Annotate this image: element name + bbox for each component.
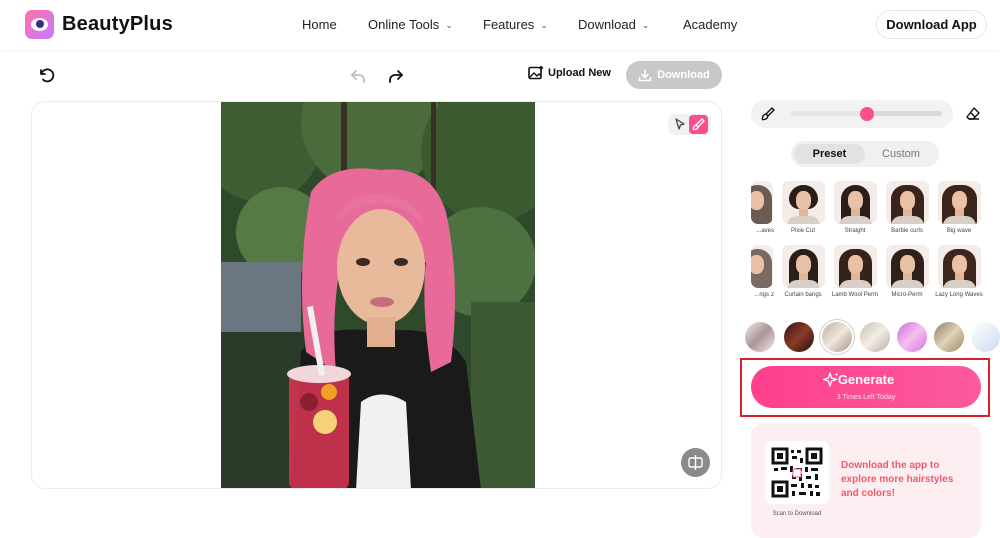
nav-features[interactable]: Features ⌄ — [483, 17, 548, 32]
hair-color-swatch[interactable] — [897, 322, 927, 352]
upload-new-label: Upload New — [548, 67, 611, 79]
brush-icon — [761, 107, 775, 121]
hair-color-swatch[interactable] — [745, 322, 775, 352]
brand-name[interactable]: BeautyPlus — [62, 13, 173, 36]
brush-size-slider-fill — [791, 111, 867, 116]
generate-remaining-count: 3 Times Left Today — [836, 394, 896, 401]
arrow-back-icon[interactable] — [349, 67, 367, 85]
qr-code — [765, 441, 829, 504]
hairstyle-label: Micro-Perm — [891, 292, 923, 298]
compare-button[interactable] — [681, 448, 710, 477]
hairstyle-card[interactable] — [886, 245, 929, 288]
tab-custom[interactable]: Custom — [866, 144, 936, 164]
hairstyle-card[interactable] — [938, 245, 981, 288]
rotate-left-icon[interactable] — [37, 66, 55, 84]
hairstyle-label: Straight — [844, 228, 866, 234]
top-navigation-bar: BeautyPlus Home Online Tools ⌄ Features ⌄ … — [0, 0, 1000, 50]
tab-preset[interactable]: Preset — [794, 144, 865, 164]
hairstyle-label: ...ngs 2 — [754, 292, 774, 298]
hair-color-swatch[interactable] — [971, 322, 1000, 352]
upload-new-button[interactable]: Upload New — [528, 66, 611, 80]
hairstyle-label: Pixie Cut — [790, 228, 815, 234]
hairstyle-card[interactable] — [782, 181, 825, 224]
chevron-down-icon: ⌄ — [445, 20, 453, 30]
nav-academy[interactable]: Academy — [683, 17, 737, 32]
cursor-arrow-icon[interactable] — [674, 118, 686, 130]
hairstyle-label: Barbie curls — [891, 228, 923, 234]
portrait-photo — [221, 102, 535, 488]
hairstyle-label: Lazy Long Waves — [935, 292, 983, 298]
scan-label: Scan to Download — [772, 511, 822, 517]
hairstyle-card[interactable] — [886, 181, 929, 224]
hairstyle-card[interactable] — [751, 245, 773, 288]
nav-online-tools[interactable]: Online Tools ⌄ — [368, 17, 453, 32]
editor-canvas[interactable] — [31, 101, 722, 489]
image-upload-icon — [528, 66, 544, 80]
hair-color-swatch[interactable] — [822, 322, 852, 352]
hair-color-swatch[interactable] — [934, 322, 964, 352]
hairstyle-card[interactable] — [751, 181, 773, 224]
hairstyle-card[interactable] — [782, 245, 825, 288]
download-app-button[interactable]: Download App — [876, 10, 987, 39]
hairstyle-card[interactable] — [938, 181, 981, 224]
download-label: Download — [657, 69, 710, 81]
hairstyle-card[interactable] — [834, 245, 877, 288]
compare-icon — [688, 455, 703, 470]
promo-text: Download the app to explore more hairsty… — [841, 460, 954, 499]
brush-size-slider-handle[interactable] — [859, 107, 874, 121]
eraser-icon[interactable] — [965, 106, 981, 122]
download-button[interactable]: Download — [626, 61, 722, 89]
generate-label: Generate — [837, 372, 895, 387]
hairstyle-label: Curtain bangs — [784, 292, 822, 298]
hairstyle-label: Lamb Wool Perm — [831, 292, 879, 298]
hair-color-swatch[interactable] — [860, 322, 890, 352]
beautyplus-logo-icon[interactable] — [25, 10, 54, 39]
chevron-down-icon: ⌄ — [540, 20, 548, 30]
brush-tool-button[interactable] — [689, 115, 708, 134]
nav-download[interactable]: Download ⌄ — [578, 17, 649, 32]
hairstyle-label: ...aves — [756, 228, 774, 234]
arrow-forward-icon[interactable] — [387, 67, 405, 85]
brush-icon — [692, 118, 705, 131]
hair-color-swatch[interactable] — [784, 322, 814, 352]
chevron-down-icon: ⌄ — [641, 20, 650, 30]
download-icon — [638, 68, 652, 81]
hairstyle-card[interactable] — [834, 181, 877, 224]
nav-home[interactable]: Home — [302, 17, 337, 32]
hairstyle-label: Big wave — [946, 228, 972, 234]
